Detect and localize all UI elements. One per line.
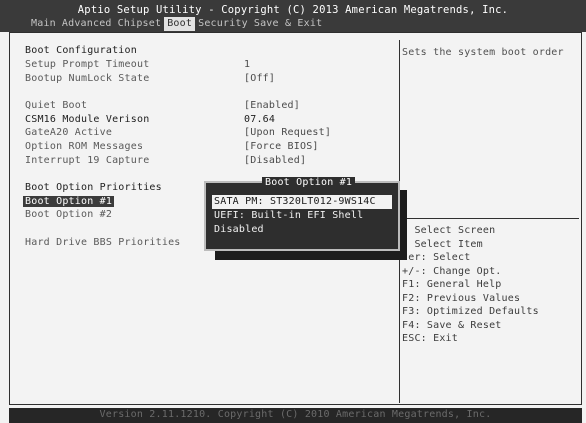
footer-bar: Version 2.11.1210. Copyright (C) 2010 Am…	[9, 408, 582, 423]
key-optimized-defaults: F3: Optimized Defaults	[402, 306, 539, 317]
key-legend: : Select Screen : Select Item ter: Selec…	[402, 224, 539, 346]
key-select-item: : Select Item	[402, 238, 483, 250]
key-previous-values: F2: Previous Values	[402, 292, 521, 304]
popup-option-uefi-shell[interactable]: UEFI: Built-in EFI Shell	[212, 209, 392, 223]
option-rom-messages-label[interactable]: Option ROM Messages	[25, 141, 143, 152]
gatea20-active-value[interactable]: [Upon Request]	[244, 127, 331, 138]
key-save-reset: F4: Save & Reset	[402, 319, 502, 331]
help-divider	[399, 218, 579, 219]
interrupt-19-capture-label[interactable]: Interrupt 19 Capture	[25, 155, 149, 166]
bootup-numlock-label[interactable]: Bootup NumLock State	[25, 73, 149, 84]
boot-option-1[interactable]: Boot Option #1	[23, 196, 115, 207]
quiet-boot-value[interactable]: [Enabled]	[244, 100, 300, 111]
key-select-screen: : Select Screen	[402, 225, 496, 236]
popup-title: Boot Option #1	[262, 177, 356, 188]
key-general-help: F1: General Help	[402, 279, 502, 290]
boot-option-priorities-heading: Boot Option Priorities	[25, 182, 162, 193]
gatea20-active-label[interactable]: GateA20 Active	[25, 127, 112, 138]
key-exit: ESC: Exit	[402, 333, 458, 344]
bootup-numlock-value[interactable]: [Off]	[244, 73, 275, 84]
boot-option-2[interactable]: Boot Option #2	[25, 209, 112, 220]
boot-configuration-heading: Boot Configuration	[25, 45, 137, 56]
key-change-opt: +/-: Change Opt.	[402, 265, 502, 277]
app-title: Aptio Setup Utility - Copyright (C) 2013…	[77, 4, 509, 16]
tab-chipset[interactable]: Chipset	[115, 17, 165, 31]
tab-security[interactable]: Security	[195, 17, 251, 31]
tab-main[interactable]: Main	[28, 17, 59, 31]
key-enter-select: ter: Select	[402, 252, 471, 263]
tab-boot[interactable]: Boot	[164, 17, 196, 31]
csm16-version-label: CSM16 Module Verison	[25, 114, 150, 125]
footer-version: Version 2.11.1210. Copyright (C) 2010 Am…	[99, 409, 492, 420]
option-rom-messages-value[interactable]: [Force BIOS]	[244, 141, 319, 152]
popup-option-disabled[interactable]: Disabled	[212, 223, 392, 237]
tab-save-exit[interactable]: Save & Exit	[251, 17, 325, 31]
interrupt-19-capture-value[interactable]: [Disabled]	[244, 155, 306, 166]
popup-option-sata[interactable]: SATA PM: ST320LT012-9WS14C	[212, 195, 392, 209]
menu-tabs: Main Advanced Chipset Boot Security Save…	[28, 17, 325, 31]
tab-advanced[interactable]: Advanced	[59, 17, 115, 31]
setup-prompt-timeout-label[interactable]: Setup Prompt Timeout	[25, 59, 149, 70]
title-bar: Aptio Setup Utility - Copyright (C) 2013…	[0, 0, 586, 32]
quiet-boot-label[interactable]: Quiet Boot	[25, 100, 87, 111]
boot-option-popup: Boot Option #1 SATA PM: ST320LT012-9WS14…	[204, 177, 400, 251]
csm16-version-value: 07.64	[244, 114, 276, 125]
help-description: Sets the system boot order	[402, 47, 564, 58]
hard-drive-bbs-priorities[interactable]: Hard Drive BBS Priorities	[25, 237, 181, 248]
setup-prompt-timeout-value[interactable]: 1	[244, 59, 250, 70]
